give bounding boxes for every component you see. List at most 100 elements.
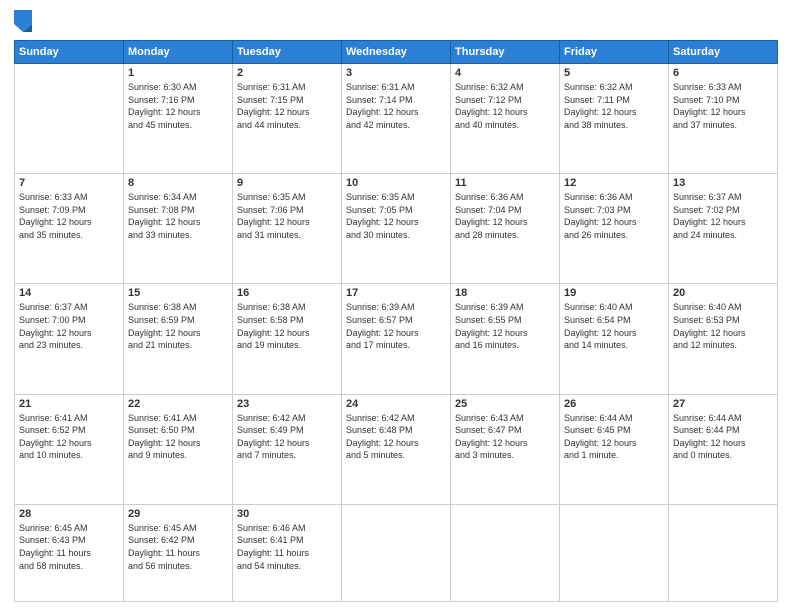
day-info: Sunrise: 6:43 AM Sunset: 6:47 PM Dayligh… (455, 412, 555, 462)
day-number: 9 (237, 177, 337, 189)
calendar-cell (342, 504, 451, 601)
day-info: Sunrise: 6:40 AM Sunset: 6:53 PM Dayligh… (673, 301, 773, 351)
day-number: 19 (564, 287, 664, 299)
day-number: 28 (19, 508, 119, 520)
calendar-cell: 29Sunrise: 6:45 AM Sunset: 6:42 PM Dayli… (124, 504, 233, 601)
calendar-cell: 5Sunrise: 6:32 AM Sunset: 7:11 PM Daylig… (560, 64, 669, 174)
day-info: Sunrise: 6:41 AM Sunset: 6:50 PM Dayligh… (128, 412, 228, 462)
day-number: 12 (564, 177, 664, 189)
header-monday: Monday (124, 41, 233, 64)
day-info: Sunrise: 6:31 AM Sunset: 7:15 PM Dayligh… (237, 81, 337, 131)
day-number: 8 (128, 177, 228, 189)
day-info: Sunrise: 6:44 AM Sunset: 6:45 PM Dayligh… (564, 412, 664, 462)
calendar-cell: 11 Sunrise: 6:36 AM Sunset: 7:04 PM Dayli… (451, 174, 560, 284)
calendar-cell: 7 Sunrise: 6:33 AM Sunset: 7:09 PM Daylig… (15, 174, 124, 284)
header-wednesday: Wednesday (342, 41, 451, 64)
day-number: 2 (237, 67, 337, 79)
weekday-header-row: Sunday Monday Tuesday Wednesday Thursday… (15, 41, 778, 64)
day-number: 6 (673, 67, 773, 79)
calendar-cell (669, 504, 778, 601)
day-number: 20 (673, 287, 773, 299)
calendar-cell: 20 Sunrise: 6:40 AM Sunset: 6:53 PM Dayli… (669, 284, 778, 394)
calendar-cell: 15 Sunrise: 6:38 AM Sunset: 6:59 PM Dayli… (124, 284, 233, 394)
header-thursday: Thursday (451, 41, 560, 64)
day-info: Sunrise: 6:36 AM Sunset: 7:04 PM Dayligh… (455, 191, 555, 241)
calendar-cell: 18Sunrise: 6:39 AM Sunset: 6:55 PM Dayli… (451, 284, 560, 394)
day-info: Sunrise: 6:32 AM Sunset: 7:12 PM Dayligh… (455, 81, 555, 131)
day-number: 1 (128, 67, 228, 79)
day-number: 13 (673, 177, 773, 189)
calendar-cell: 8 Sunrise: 6:34 AM Sunset: 7:08 PM Daylig… (124, 174, 233, 284)
day-info: Sunrise: 6:42 AM Sunset: 6:48 PM Dayligh… (346, 412, 446, 462)
day-info: Sunrise: 6:38 AM Sunset: 6:58 PM Dayligh… (237, 301, 337, 351)
calendar-cell (15, 64, 124, 174)
day-info: Sunrise: 6:34 AM Sunset: 7:08 PM Dayligh… (128, 191, 228, 241)
day-number: 14 (19, 287, 119, 299)
day-number: 11 (455, 177, 555, 189)
logo-icon (14, 10, 32, 32)
calendar-cell: 27 Sunrise: 6:44 AM Sunset: 6:44 PM Dayli… (669, 394, 778, 504)
day-number: 15 (128, 287, 228, 299)
day-info: Sunrise: 6:36 AM Sunset: 7:03 PM Dayligh… (564, 191, 664, 241)
calendar-cell: 24 Sunrise: 6:42 AM Sunset: 6:48 PM Dayli… (342, 394, 451, 504)
day-info: Sunrise: 6:39 AM Sunset: 6:57 PM Dayligh… (346, 301, 446, 351)
calendar-week-5: 28 Sunrise: 6:45 AM Sunset: 6:43 PM Dayli… (15, 504, 778, 601)
calendar-cell: 13 Sunrise: 6:37 AM Sunset: 7:02 PM Dayli… (669, 174, 778, 284)
day-number: 22 (128, 398, 228, 410)
day-number: 10 (346, 177, 446, 189)
day-number: 16 (237, 287, 337, 299)
page: Sunday Monday Tuesday Wednesday Thursday… (0, 0, 792, 612)
calendar-cell: 12 Sunrise: 6:36 AM Sunset: 7:03 PM Dayli… (560, 174, 669, 284)
calendar-cell: 17 Sunrise: 6:39 AM Sunset: 6:57 PM Dayli… (342, 284, 451, 394)
calendar-week-4: 21Sunrise: 6:41 AM Sunset: 6:52 PM Dayli… (15, 394, 778, 504)
calendar-week-2: 7 Sunrise: 6:33 AM Sunset: 7:09 PM Daylig… (15, 174, 778, 284)
calendar-cell: 25 Sunrise: 6:43 AM Sunset: 6:47 PM Dayli… (451, 394, 560, 504)
calendar-cell: 2 Sunrise: 6:31 AM Sunset: 7:15 PM Daylig… (233, 64, 342, 174)
day-info: Sunrise: 6:45 AM Sunset: 6:43 PM Dayligh… (19, 522, 119, 572)
calendar-cell: 21Sunrise: 6:41 AM Sunset: 6:52 PM Dayli… (15, 394, 124, 504)
day-number: 3 (346, 67, 446, 79)
day-number: 17 (346, 287, 446, 299)
day-number: 24 (346, 398, 446, 410)
day-info: Sunrise: 6:33 AM Sunset: 7:10 PM Dayligh… (673, 81, 773, 131)
day-number: 4 (455, 67, 555, 79)
calendar-cell: 19 Sunrise: 6:40 AM Sunset: 6:54 PM Dayli… (560, 284, 669, 394)
calendar-cell: 3 Sunrise: 6:31 AM Sunset: 7:14 PM Daylig… (342, 64, 451, 174)
day-info: Sunrise: 6:39 AM Sunset: 6:55 PM Dayligh… (455, 301, 555, 351)
day-info: Sunrise: 6:44 AM Sunset: 6:44 PM Dayligh… (673, 412, 773, 462)
day-number: 7 (19, 177, 119, 189)
header (14, 10, 778, 32)
calendar-cell: 28 Sunrise: 6:45 AM Sunset: 6:43 PM Dayli… (15, 504, 124, 601)
day-info: Sunrise: 6:35 AM Sunset: 7:06 PM Dayligh… (237, 191, 337, 241)
header-tuesday: Tuesday (233, 41, 342, 64)
day-info: Sunrise: 6:45 AM Sunset: 6:42 PM Dayligh… (128, 522, 228, 572)
calendar-cell: 22 Sunrise: 6:41 AM Sunset: 6:50 PM Dayli… (124, 394, 233, 504)
day-info: Sunrise: 6:37 AM Sunset: 7:02 PM Dayligh… (673, 191, 773, 241)
calendar-cell: 4 Sunrise: 6:32 AM Sunset: 7:12 PM Daylig… (451, 64, 560, 174)
header-saturday: Saturday (669, 41, 778, 64)
header-friday: Friday (560, 41, 669, 64)
day-info: Sunrise: 6:31 AM Sunset: 7:14 PM Dayligh… (346, 81, 446, 131)
day-number: 30 (237, 508, 337, 520)
day-info: Sunrise: 6:46 AM Sunset: 6:41 PM Dayligh… (237, 522, 337, 572)
day-info: Sunrise: 6:38 AM Sunset: 6:59 PM Dayligh… (128, 301, 228, 351)
day-info: Sunrise: 6:30 AM Sunset: 7:16 PM Dayligh… (128, 81, 228, 131)
day-number: 25 (455, 398, 555, 410)
day-number: 27 (673, 398, 773, 410)
day-info: Sunrise: 6:41 AM Sunset: 6:52 PM Dayligh… (19, 412, 119, 462)
day-info: Sunrise: 6:35 AM Sunset: 7:05 PM Dayligh… (346, 191, 446, 241)
day-info: Sunrise: 6:33 AM Sunset: 7:09 PM Dayligh… (19, 191, 119, 241)
day-info: Sunrise: 6:37 AM Sunset: 7:00 PM Dayligh… (19, 301, 119, 351)
calendar-cell (451, 504, 560, 601)
calendar-week-3: 14 Sunrise: 6:37 AM Sunset: 7:00 PM Dayli… (15, 284, 778, 394)
day-info: Sunrise: 6:42 AM Sunset: 6:49 PM Dayligh… (237, 412, 337, 462)
calendar-cell: 23Sunrise: 6:42 AM Sunset: 6:49 PM Dayli… (233, 394, 342, 504)
logo (14, 10, 36, 32)
calendar-cell: 14 Sunrise: 6:37 AM Sunset: 7:00 PM Dayli… (15, 284, 124, 394)
calendar-cell: 6 Sunrise: 6:33 AM Sunset: 7:10 PM Daylig… (669, 64, 778, 174)
day-number: 26 (564, 398, 664, 410)
calendar-cell: 1 Sunrise: 6:30 AM Sunset: 7:16 PM Daylig… (124, 64, 233, 174)
day-info: Sunrise: 6:40 AM Sunset: 6:54 PM Dayligh… (564, 301, 664, 351)
calendar-week-1: 1 Sunrise: 6:30 AM Sunset: 7:16 PM Daylig… (15, 64, 778, 174)
calendar-cell: 26 Sunrise: 6:44 AM Sunset: 6:45 PM Dayli… (560, 394, 669, 504)
